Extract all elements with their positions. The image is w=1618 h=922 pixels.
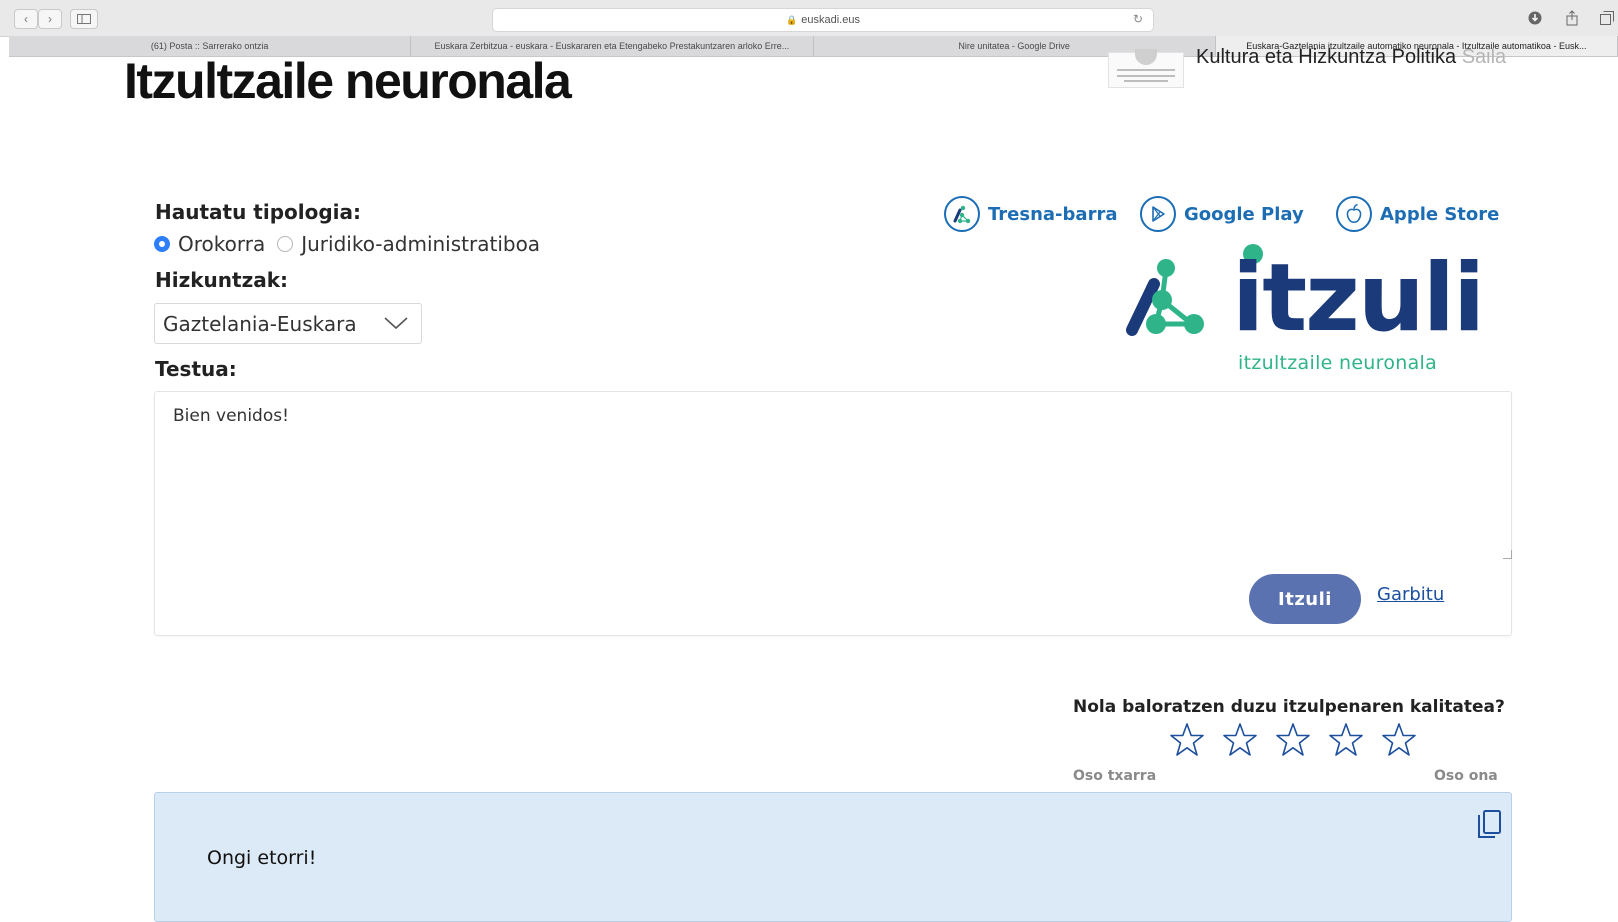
department-name: Kultura eta Hizkuntza Politika Saila [1196, 46, 1506, 69]
language-select-value: Gaztelania-Euskara [163, 311, 357, 336]
tabs-overview-icon[interactable] [1596, 9, 1618, 27]
translation-result-text: Ongi etorri! [207, 847, 317, 869]
radio-juridiko[interactable] [277, 236, 294, 252]
google-play-icon [1140, 196, 1176, 232]
radio-orokorra[interactable] [154, 236, 170, 252]
star-icon [1275, 723, 1310, 756]
radio-label-juridiko: Juridiko-administratiboa [301, 232, 541, 256]
typology-radio-group: Orokorra Juridiko-administratiboa [154, 232, 552, 256]
translation-result-panel: Ongi etorri! [154, 792, 1512, 922]
source-textarea[interactable]: Bien venidos! [171, 404, 1495, 558]
radio-option-orokorra[interactable]: Orokorra [154, 232, 265, 256]
toolbar-link[interactable]: Tresna-barra [944, 196, 1117, 232]
star-5[interactable] [1372, 720, 1425, 760]
chevron-down-icon [384, 317, 408, 330]
star-icon [1222, 723, 1257, 756]
apple-store-link-label: Apple Store [1380, 203, 1500, 225]
rating-low-label: Oso txarra [1073, 768, 1157, 784]
star-2[interactable] [1213, 720, 1266, 760]
translate-button[interactable]: Itzuli [1249, 574, 1361, 624]
itzuli-wordmark: itzuli [1232, 244, 1483, 344]
reload-icon[interactable]: ↻ [1133, 12, 1143, 26]
radio-option-juridiko[interactable]: Juridiko-administratiboa [277, 232, 540, 256]
star-icon [1381, 723, 1416, 756]
itzuli-logo: itzuli [1126, 244, 1485, 344]
apple-store-link[interactable]: Apple Store [1336, 196, 1499, 232]
share-icon[interactable] [1561, 9, 1583, 27]
logo-subtitle: itzultzaile neuronala [1238, 352, 1438, 374]
toolbar-icon [944, 196, 980, 232]
clear-link[interactable]: Garbitu [1377, 584, 1444, 605]
address-bar[interactable]: 🔒 euskadi.eus ↻ [492, 8, 1154, 32]
lock-icon: 🔒 [786, 14, 798, 25]
toolbar-link-label: Tresna-barra [988, 203, 1118, 225]
rating-high-label: Oso ona [1434, 768, 1498, 784]
itzuli-symbol-icon [1126, 259, 1204, 336]
sidebar-toggle-button[interactable] [70, 9, 98, 29]
back-button[interactable]: ‹ [14, 9, 38, 29]
star-rating [1160, 720, 1425, 760]
url-text: euskadi.eus [801, 14, 860, 26]
languages-label: Hizkuntzak: [155, 268, 289, 292]
typology-label: Hautatu tipologia: [155, 200, 362, 224]
downloads-icon[interactable] [1524, 9, 1546, 27]
star-4[interactable] [1319, 720, 1372, 760]
rating-question: Nola baloratzen duzu itzulpenaren kalita… [1073, 697, 1505, 717]
star-1[interactable] [1160, 720, 1213, 760]
google-play-link[interactable]: Google Play [1140, 196, 1304, 232]
apple-icon [1336, 196, 1372, 232]
copy-icon[interactable] [1475, 809, 1503, 841]
star-icon [1328, 723, 1363, 756]
resize-handle[interactable] [1503, 550, 1512, 559]
page-title: Itzultzaile neuronala [124, 53, 572, 109]
star-3[interactable] [1266, 720, 1319, 760]
sidebar-icon [77, 14, 91, 24]
text-label: Testua: [155, 357, 237, 381]
radio-label-orokorra: Orokorra [178, 232, 266, 256]
browser-toolbar: ‹ › 🔒 euskadi.eus ↻ [0, 0, 1618, 37]
google-play-link-label: Google Play [1184, 203, 1304, 225]
source-text-panel: Bien venidos! Itzuli Garbitu [154, 391, 1512, 636]
basque-government-logo [1108, 49, 1184, 88]
star-icon [1169, 723, 1204, 756]
forward-button[interactable]: › [38, 9, 62, 29]
language-select[interactable]: Gaztelania-Euskara [154, 303, 422, 344]
department-label: Kultura eta Hizkuntza Politika [1196, 46, 1457, 68]
department-suffix: Saila [1461, 46, 1507, 68]
